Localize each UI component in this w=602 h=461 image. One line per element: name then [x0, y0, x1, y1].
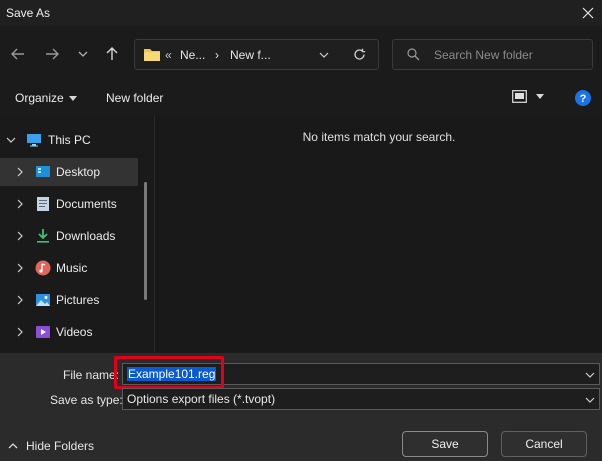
arrow-up-icon [106, 47, 118, 60]
chevron-down-icon[interactable] [585, 370, 595, 380]
new-folder-button[interactable]: New folder [106, 91, 163, 105]
nav-item-this-pc[interactable]: This PC [0, 126, 138, 154]
save-type-label: Save as type: [50, 393, 123, 407]
nav-item-label: Pictures [56, 293, 100, 307]
chevron-right-icon[interactable] [15, 263, 25, 273]
nav-item-label: Desktop [56, 165, 101, 179]
up-button[interactable] [100, 43, 124, 65]
desktop-icon [36, 166, 50, 177]
search-icon [407, 48, 420, 61]
nav-scrollbar[interactable] [144, 182, 147, 300]
caret-down-icon [536, 94, 544, 99]
help-button[interactable]: ? [575, 90, 591, 109]
nav-item-label: Downloads [56, 229, 116, 243]
arrow-right-icon [46, 48, 59, 60]
caret-down-icon [68, 95, 77, 101]
document-icon [37, 197, 49, 211]
chevron-down-icon[interactable] [585, 395, 595, 405]
save-panel: File name: Example101.reg Save as type: … [0, 353, 602, 461]
address-bar[interactable]: « Ne... › New f... [134, 39, 379, 70]
nav-item-desktop[interactable]: Desktop [0, 158, 138, 186]
nav-item-music[interactable]: Music [0, 254, 138, 282]
nav-item-documents[interactable]: Documents [0, 190, 138, 218]
close-button[interactable] [574, 0, 602, 26]
chevron-down-icon[interactable] [6, 135, 16, 145]
chevron-down-icon[interactable] [319, 50, 329, 60]
svg-text:?: ? [580, 93, 587, 105]
highlight-box [114, 356, 224, 389]
nav-item-videos[interactable]: Videos [0, 318, 138, 346]
save-type-value: Options export files (*.tvopt) [127, 392, 276, 406]
back-button[interactable] [6, 43, 30, 65]
music-icon [35, 260, 51, 276]
navigation-pane: This PC Desktop Documents Downloads Musi… [0, 116, 155, 353]
download-icon [37, 229, 49, 243]
save-button[interactable]: Save [402, 431, 488, 457]
view-options-button[interactable] [512, 90, 544, 103]
cancel-button[interactable]: Cancel [501, 431, 587, 457]
monitor-icon [27, 134, 41, 147]
video-icon [36, 326, 50, 338]
nav-item-label: This PC [48, 133, 91, 147]
overflow-chevron-icon[interactable]: « [165, 48, 172, 62]
search-input[interactable]: Search New folder [392, 39, 593, 70]
nav-item-downloads[interactable]: Downloads [0, 222, 138, 250]
nav-item-label: Documents [56, 197, 117, 211]
nav-item-label: Music [56, 261, 88, 275]
organize-label: Organize [15, 91, 64, 105]
chevron-right-icon[interactable] [15, 199, 25, 209]
new-folder-label: New folder [106, 91, 164, 105]
chevron-right-icon[interactable] [15, 231, 25, 241]
forward-button[interactable] [40, 43, 64, 65]
organize-menu[interactable]: Organize [15, 91, 77, 105]
search-placeholder: Search New folder [434, 48, 533, 62]
file-list[interactable]: No items match your search. [156, 116, 602, 353]
hide-folders-label: Hide Folders [26, 439, 95, 453]
breadcrumb-item[interactable]: New f... [230, 48, 271, 62]
view-icon [512, 90, 527, 103]
chevron-up-icon [8, 443, 18, 449]
empty-message: No items match your search. [302, 130, 456, 144]
help-icon: ? [575, 90, 591, 106]
picture-icon [36, 294, 50, 306]
command-bar: Organize New folder ? [0, 82, 602, 116]
arrow-left-icon [11, 48, 24, 60]
chevron-right-icon[interactable] [15, 327, 25, 337]
recent-locations-button[interactable] [71, 43, 95, 65]
window-title: Save As [6, 6, 51, 20]
nav-item-pictures[interactable]: Pictures [0, 286, 138, 314]
hide-folders-button[interactable]: Hide Folders [8, 439, 94, 453]
breadcrumb-separator-icon: › [215, 48, 219, 62]
folder-icon [144, 49, 160, 61]
refresh-icon[interactable] [353, 48, 366, 61]
chevron-right-icon[interactable] [15, 167, 25, 177]
breadcrumb-item[interactable]: Ne... [180, 48, 205, 62]
navigation-bar: « Ne... › New f... Search New folder [0, 26, 602, 82]
save-type-select[interactable]: Options export files (*.tvopt) [122, 388, 600, 410]
file-name-label: File name: [63, 368, 120, 382]
chevron-right-icon[interactable] [15, 295, 25, 305]
chevron-down-icon [78, 51, 88, 57]
close-icon [582, 7, 594, 19]
nav-item-label: Videos [56, 325, 93, 339]
title-bar: Save As [0, 0, 602, 26]
